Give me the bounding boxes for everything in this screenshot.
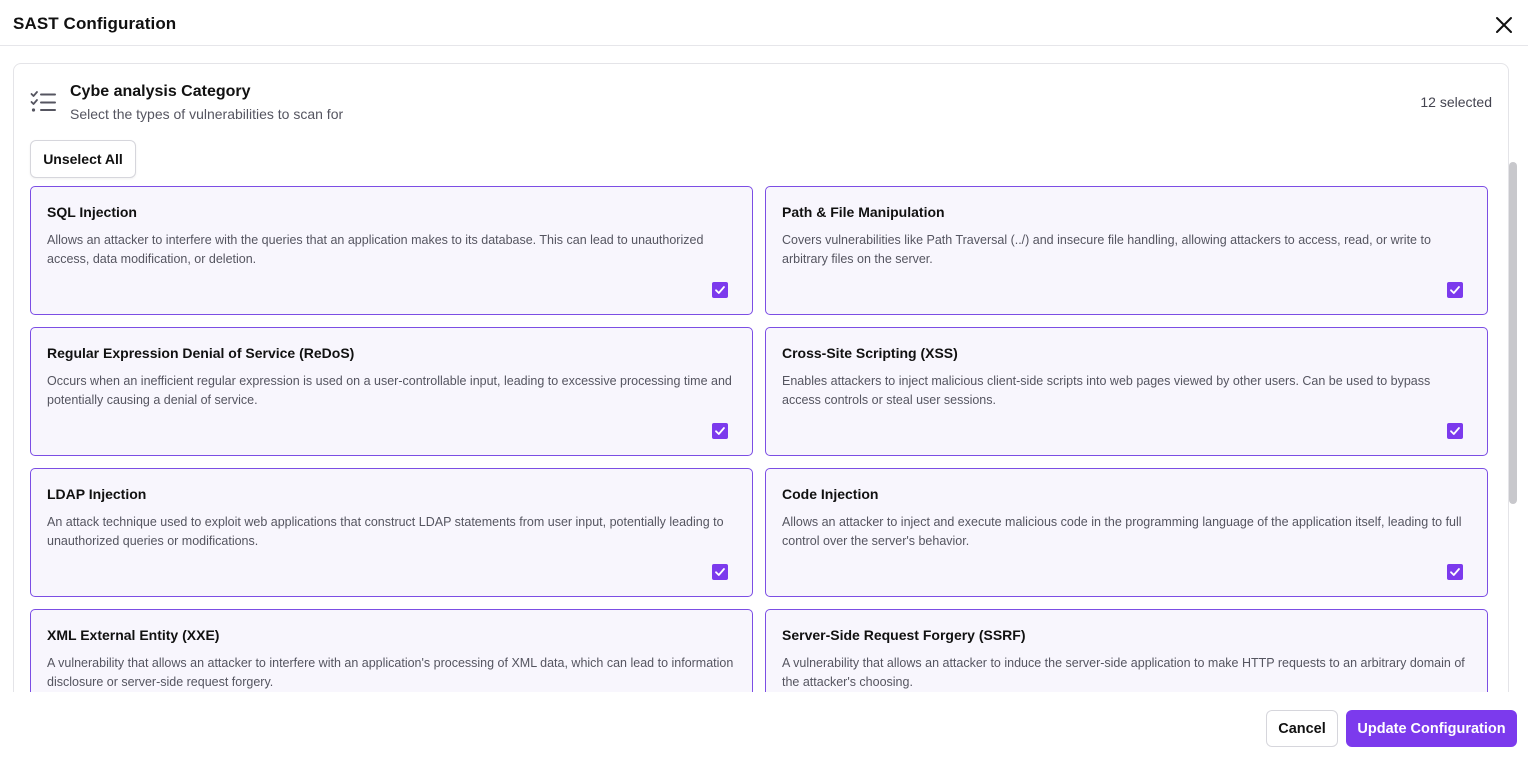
card-description: Allows an attacker to interfere with the… bbox=[47, 233, 704, 266]
selected-count: 12 selected bbox=[1420, 94, 1492, 110]
sast-configuration-dialog: SAST Configuration Cybe analysis Categor… bbox=[0, 0, 1528, 763]
checkbox[interactable] bbox=[1447, 423, 1463, 439]
card-description: Allows an attacker to inject and execute… bbox=[782, 515, 1462, 548]
card-description: A vulnerability that allows an attacker … bbox=[47, 656, 734, 689]
card-description: An attack technique used to exploit web … bbox=[47, 515, 724, 548]
card-title: SQL Injection bbox=[47, 204, 137, 220]
checkmark-icon bbox=[715, 286, 725, 294]
checklist-icon bbox=[30, 90, 56, 114]
checkbox[interactable] bbox=[1447, 564, 1463, 580]
card-description: Enables attackers to inject malicious cl… bbox=[782, 374, 1431, 407]
section-title: Cybe analysis Category bbox=[70, 83, 251, 100]
close-icon bbox=[1496, 17, 1512, 33]
card-description: A vulnerability that allows an attacker … bbox=[782, 656, 1465, 689]
card-title: Code Injection bbox=[782, 486, 879, 502]
checkmark-icon bbox=[1450, 427, 1460, 435]
dialog-title: SAST Configuration bbox=[13, 14, 177, 33]
checkmark-icon bbox=[1450, 568, 1460, 576]
card-description: Covers vulnerabilities like Path Travers… bbox=[782, 233, 1431, 266]
category-card-redos[interactable]: Regular Expression Denial of Service (Re… bbox=[30, 327, 753, 456]
category-card-code-injection[interactable]: Code Injection Allows an attacker to inj… bbox=[765, 468, 1488, 597]
checkmark-icon bbox=[715, 427, 725, 435]
card-title: Path & File Manipulation bbox=[782, 204, 945, 220]
card-title: LDAP Injection bbox=[47, 486, 147, 502]
unselect-all-button[interactable]: Unselect All bbox=[30, 140, 136, 178]
checkbox[interactable] bbox=[712, 564, 728, 580]
category-card-sql-injection[interactable]: SQL Injection Allows an attacker to inte… bbox=[30, 186, 753, 315]
card-title: Cross-Site Scripting (XSS) bbox=[782, 345, 958, 361]
scrollbar-thumb[interactable] bbox=[1509, 162, 1517, 504]
category-card-xss[interactable]: Cross-Site Scripting (XSS) Enables attac… bbox=[765, 327, 1488, 456]
category-card-path-file-manipulation[interactable]: Path & File Manipulation Covers vulnerab… bbox=[765, 186, 1488, 315]
checkbox[interactable] bbox=[1447, 282, 1463, 298]
checkmark-icon bbox=[1450, 286, 1460, 294]
card-title: Server-Side Request Forgery (SSRF) bbox=[782, 627, 1026, 643]
card-description: Occurs when an inefficient regular expre… bbox=[47, 374, 732, 407]
checkbox[interactable] bbox=[712, 423, 728, 439]
checkmark-icon bbox=[715, 568, 725, 576]
card-title: Regular Expression Denial of Service (Re… bbox=[47, 345, 355, 361]
close-button[interactable] bbox=[1494, 15, 1514, 35]
category-card-ldap-injection[interactable]: LDAP Injection An attack technique used … bbox=[30, 468, 753, 597]
dialog-footer: Cancel Update Configuration bbox=[0, 692, 1528, 763]
checkbox[interactable] bbox=[712, 282, 728, 298]
dialog-header: SAST Configuration bbox=[0, 0, 1528, 46]
card-title: XML External Entity (XXE) bbox=[47, 627, 220, 643]
update-configuration-button[interactable]: Update Configuration bbox=[1346, 710, 1517, 747]
section-subtitle: Select the types of vulnerabilities to s… bbox=[70, 106, 344, 122]
cancel-button[interactable]: Cancel bbox=[1266, 710, 1338, 747]
